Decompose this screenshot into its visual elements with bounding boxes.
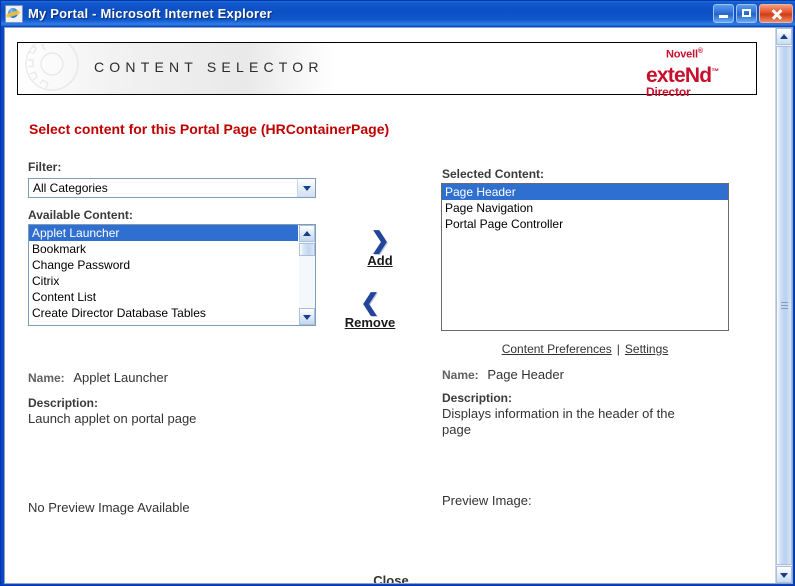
filter-select[interactable]: All Categories — [28, 178, 316, 198]
browser-window: My Portal - Microsoft Internet Explorer — [0, 0, 795, 586]
logo-brand: Novell® — [666, 48, 703, 61]
left-description-label: Description: — [28, 396, 99, 410]
available-content-listbox[interactable]: Applet Launcher Bookmark Change Password… — [28, 224, 316, 326]
ie-document-icon — [5, 4, 23, 23]
content-selector-banner: CONTENT SELECTOR Novell® exteNd™ Directo… — [17, 42, 757, 98]
page-heading: Select content for this Portal Page (HRC… — [29, 121, 390, 137]
chevron-right-icon: ❯ — [370, 227, 390, 253]
list-item[interactable]: Page Navigation — [442, 200, 728, 216]
page-scroll-up-icon[interactable] — [776, 28, 792, 45]
list-item[interactable]: Change Password — [29, 257, 298, 273]
left-description-value: Launch applet on portal page — [28, 411, 197, 426]
list-item[interactable]: Page Header — [442, 184, 728, 200]
content-preferences-link[interactable]: Content Preferences — [502, 342, 612, 356]
scroll-down-icon[interactable] — [299, 308, 315, 325]
selected-content-links: Content Preferences | Settings — [441, 342, 729, 356]
page-scrollbar-thumb[interactable] — [776, 46, 792, 565]
list-item[interactable]: Bookmark — [29, 241, 298, 257]
right-name-row: Name: Page Header — [442, 367, 564, 382]
scrollbar-thumb[interactable] — [299, 243, 315, 256]
window-controls — [713, 4, 793, 23]
list-item[interactable]: Applet Launcher — [29, 225, 298, 241]
settings-link[interactable]: Settings — [625, 342, 668, 356]
left-name-row: Name: Applet Launcher — [28, 370, 168, 385]
scroll-up-icon[interactable] — [299, 225, 315, 242]
list-item[interactable]: Create Director Database Tables — [29, 305, 298, 321]
right-description-value: Displays information in the header of th… — [442, 406, 675, 437]
list-item[interactable]: Citrix — [29, 273, 298, 289]
add-button[interactable]: ❯ Add — [345, 228, 415, 270]
novell-extend-director-logo: Novell® exteNd™ Director — [646, 46, 750, 98]
logo-product: exteNd™ — [646, 63, 719, 87]
remove-button[interactable]: ❮ Remove — [335, 290, 405, 332]
right-preview-label: Preview Image: — [442, 493, 532, 508]
right-name-label: Name: — [442, 368, 479, 382]
link-separator: | — [616, 342, 620, 356]
available-listbox-scrollbar[interactable] — [299, 225, 315, 325]
chevron-left-icon: ❮ — [360, 289, 380, 315]
chevron-down-icon[interactable] — [297, 179, 315, 197]
available-content-label: Available Content: — [28, 208, 133, 222]
banner-title: CONTENT SELECTOR — [94, 59, 324, 75]
list-item[interactable]: Portal Page Controller — [442, 216, 728, 232]
available-content-items: Applet Launcher Bookmark Change Password… — [29, 225, 298, 321]
close-link[interactable]: Close — [5, 573, 777, 583]
left-name-value: Applet Launcher — [73, 370, 168, 385]
page-vertical-scrollbar[interactable] — [775, 28, 792, 583]
left-preview-placeholder: No Preview Image Available — [28, 500, 190, 515]
scrollbar-grip-icon — [781, 301, 788, 310]
logo-suite: Director — [646, 84, 691, 99]
remove-button-label: Remove — [344, 315, 396, 330]
maximize-button[interactable] — [736, 4, 757, 23]
filter-label: Filter: — [28, 160, 62, 174]
selected-content-label: Selected Content: — [442, 167, 545, 181]
minimize-button[interactable] — [713, 4, 734, 23]
list-item[interactable]: Content List — [29, 289, 298, 305]
page-scroll-down-icon[interactable] — [776, 566, 792, 583]
browser-client-area: CONTENT SELECTOR Novell® exteNd™ Directo… — [4, 27, 793, 584]
gear-watermark-icon — [25, 44, 79, 91]
selected-content-listbox[interactable]: Page Header Page Navigation Portal Page … — [441, 183, 729, 331]
filter-selected-value: All Categories — [33, 181, 108, 195]
add-button-label: Add — [367, 253, 393, 268]
right-description-label: Description: — [442, 391, 513, 405]
window-titlebar: My Portal - Microsoft Internet Explorer — [1, 1, 795, 26]
selected-content-items: Page Header Page Navigation Portal Page … — [442, 184, 728, 232]
page-content: CONTENT SELECTOR Novell® exteNd™ Directo… — [5, 28, 777, 583]
window-title: My Portal - Microsoft Internet Explorer — [28, 6, 273, 21]
left-name-label: Name: — [28, 371, 65, 385]
close-window-button[interactable] — [759, 4, 793, 23]
right-name-value: Page Header — [487, 367, 564, 382]
